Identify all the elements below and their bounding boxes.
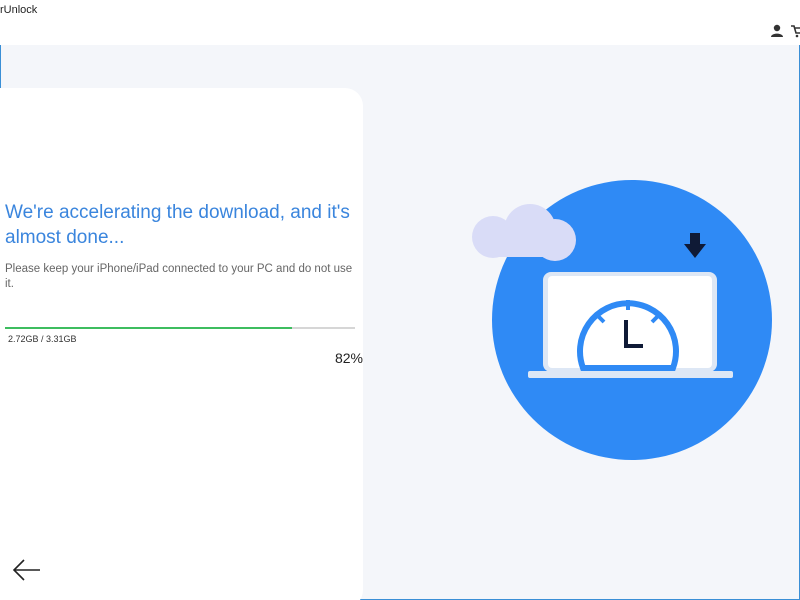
user-icon[interactable] — [770, 24, 784, 38]
download-percent: 82% — [334, 350, 363, 366]
download-instruction: Please keep your iPhone/iPad connected t… — [5, 263, 353, 290]
back-button[interactable] — [10, 555, 44, 585]
progress-fill — [5, 327, 292, 329]
cart-icon[interactable] — [791, 24, 800, 38]
download-headline: We're accelerating the download, and it'… — [5, 202, 350, 248]
download-panel — [0, 88, 363, 600]
progress-bar — [5, 327, 355, 329]
app-title: rUnlock — [0, 4, 38, 16]
download-illustration — [472, 180, 772, 460]
title-bar: rUnlock — [0, 0, 800, 45]
arrow-left-icon — [12, 559, 40, 581]
download-size: 2.72GB / 3.31GB — [8, 334, 77, 344]
